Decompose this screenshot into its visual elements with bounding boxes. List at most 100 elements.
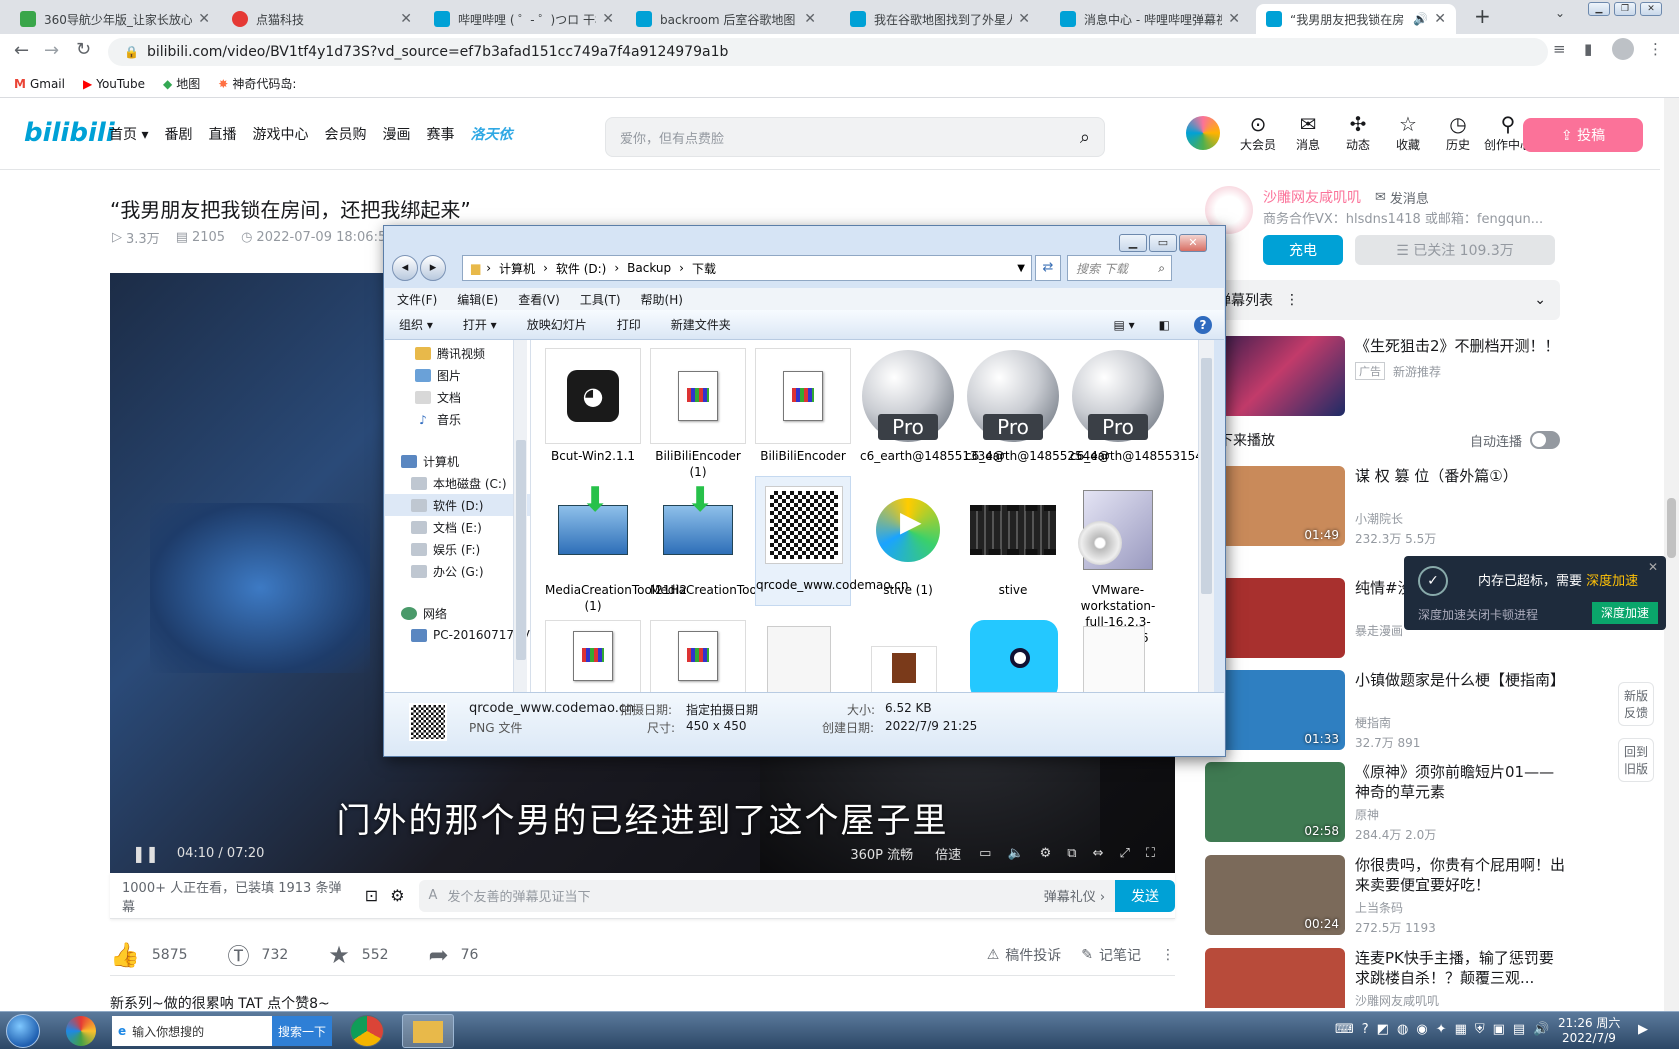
charge-button[interactable]: 充电 [1263, 235, 1343, 265]
settings-icon[interactable]: ⚙ [1040, 846, 1052, 861]
forward-icon[interactable]: → [44, 40, 59, 61]
tab-messages[interactable]: 消息中心 - 哔哩哔哩弹幕视 ✕ [1050, 4, 1250, 34]
side-panel-icon[interactable]: ▮ [1584, 40, 1592, 58]
warning-icon[interactable]: ⚠ [987, 947, 1000, 963]
dropdown-arrow-icon[interactable]: ▼ [1017, 263, 1025, 274]
reload-icon[interactable]: ↻ [76, 39, 91, 60]
bookmark-maps[interactable]: 地图 [176, 75, 200, 92]
page-scrollbar[interactable] [1664, 98, 1679, 1011]
tab-codemao[interactable]: 点猫科技 ✕ [222, 4, 422, 34]
text-file-icon[interactable] [1083, 626, 1145, 692]
upload-button[interactable]: ⇪ 投稿 [1523, 118, 1643, 152]
refresh-icon[interactable]: ⇄ [1035, 255, 1061, 281]
nav-drive-f[interactable]: 娱乐 (F:) [411, 538, 480, 560]
nav-home[interactable]: 首页 ▾ [109, 124, 148, 144]
mail-icon[interactable]: ✉ [1375, 190, 1386, 205]
reading-list-icon[interactable]: ≡ [1553, 40, 1566, 58]
search-input[interactable]: 爱你，但有点费脸 ⌕ [605, 117, 1105, 157]
more-icon[interactable]: ⋮ [1285, 292, 1299, 308]
crumb-drive-d[interactable]: 软件 (D:) [556, 260, 606, 277]
file-item-selected[interactable]: qrcode_www.codemao.cn [755, 476, 909, 606]
nav-drive-c[interactable]: 本地磁盘 (C:) [411, 472, 507, 494]
nav-pc[interactable]: PC-20160717EV [411, 624, 530, 646]
file-item[interactable]: ▶ stive (1) [860, 482, 956, 598]
bookmark-gmail[interactable]: Gmail [30, 77, 65, 91]
nav-scrollbar[interactable] [513, 340, 527, 692]
nav-game[interactable]: 游戏中心 [252, 124, 308, 144]
send-message-link[interactable]: 发消息 [1390, 188, 1429, 207]
dynamic-entry[interactable]: ✣ 动态 [1334, 112, 1382, 153]
files-scrollbar[interactable] [1198, 340, 1214, 692]
file-item[interactable]: BiliBiliEncoder [755, 348, 851, 464]
nav-luotianyi[interactable]: 洛天依 [470, 124, 512, 144]
print-button[interactable]: 打印 [617, 316, 641, 333]
user-avatar[interactable] [1186, 116, 1220, 150]
danmaku-settings-icon[interactable]: ⚙ [390, 886, 404, 905]
more-icon[interactable]: ⋮ [1161, 947, 1175, 963]
menu-view[interactable]: 查看(V) [518, 291, 560, 308]
messages-entry[interactable]: ✉ 消息 [1284, 112, 1332, 153]
nav-music[interactable]: ♪ 音乐 [415, 408, 461, 430]
nav-manga[interactable]: 漫画 [382, 124, 410, 144]
crumb-downloads[interactable]: 下载 [692, 260, 716, 277]
menu-file[interactable]: 文件(F) [397, 291, 437, 308]
follow-button[interactable]: ☰ 已关注 109.3万 [1355, 235, 1555, 265]
share-icon[interactable]: ➦ [429, 941, 449, 969]
back-icon[interactable]: ← [14, 40, 29, 61]
clock-date[interactable]: 2022/7/9 [1562, 1031, 1616, 1045]
app-icon[interactable] [970, 620, 1058, 692]
webfullscreen-icon[interactable]: ⤢ [1119, 846, 1129, 861]
menu-kebab-icon[interactable]: ⋮ [1648, 40, 1663, 58]
bookmark-codeisland[interactable]: 神奇代码岛: [232, 75, 296, 92]
detail-date-value[interactable]: 指定拍摄日期 [686, 701, 758, 718]
volume-icon[interactable]: 🔊 [1533, 1022, 1549, 1037]
bookmark-youtube[interactable]: YouTube [96, 77, 145, 91]
fullscreen-icon[interactable]: ⛶ [1146, 846, 1155, 861]
slideshow-button[interactable]: 放映幻灯片 [527, 316, 587, 333]
up-name[interactable]: 沙雕网友咸叽叽 [1263, 187, 1361, 207]
nav-network[interactable]: 网络 [401, 602, 447, 624]
file-item[interactable]: BiliBiliEncoder (1) [650, 348, 746, 480]
rec-card-1[interactable]: 01:49 谋 权 篡 位（番外篇①） 小潮院长 232.3万 5.5万 [1205, 466, 1575, 548]
note-icon[interactable]: ✎ [1081, 947, 1093, 963]
danmaku-list-header[interactable]: 弹幕列表 ⋮ ⌄ [1205, 280, 1560, 320]
nav-documents[interactable]: 文档 [415, 386, 461, 408]
danmaku-input[interactable]: A 发个友善的弹幕见证当下 弹幕礼仪 › [418, 879, 1116, 912]
profile-avatar[interactable] [1612, 38, 1634, 60]
nav-mall[interactable]: 会员购 [324, 124, 366, 144]
menu-edit[interactable]: 编辑(E) [457, 291, 498, 308]
close-tab-icon[interactable]: ✕ [400, 11, 412, 27]
coin-icon[interactable]: Ⓣ [228, 939, 250, 971]
close-icon[interactable]: ✕ [1648, 560, 1658, 574]
bilibili-logo[interactable]: bilibili [24, 118, 115, 148]
file-item[interactable]: stive [965, 482, 1061, 598]
tab-360[interactable]: 360导航少年版_让家长放心 ✕ [10, 4, 220, 34]
close-window-icon[interactable]: ✕ [1179, 234, 1207, 252]
tray-app-icon[interactable]: ▤ [1513, 1022, 1525, 1037]
tray-app-icon[interactable]: ▣ [1493, 1022, 1505, 1037]
nav-tencent-video[interactable]: 腾讯视频 [415, 342, 485, 364]
help-icon[interactable]: ? [1362, 1022, 1369, 1037]
danmaku-toggle-icon[interactable]: ▭ [979, 846, 991, 861]
start-button[interactable] [6, 1014, 40, 1048]
notes-link[interactable]: 记笔记 [1099, 945, 1141, 965]
open-button[interactable]: 打开 ▾ [463, 316, 497, 333]
rec-card-6[interactable]: 连麦PK快手主播，输了惩罚要求跳楼自杀！？颠覆三观... 沙雕网友咸叽叽 [1205, 948, 1575, 1008]
organize-button[interactable]: 组织 ▾ [399, 316, 433, 333]
file-item[interactable]: ⬇ MediaCreationTool21H2 [650, 482, 792, 598]
tray-app-icon[interactable]: ◉ [1416, 1022, 1427, 1037]
lock-icon[interactable]: 🔒 [124, 45, 139, 59]
ad-card[interactable]: 《生死狙击2》不删档开测！！ 广告 新游推荐 [1205, 336, 1575, 418]
crumb-backup[interactable]: Backup [627, 261, 671, 275]
rec-card-5[interactable]: 00:24 你很贵吗，你贵有个屁用啊！出来卖要便宜要好吃！ 上当条码 272.5万 1… [1205, 855, 1575, 937]
forward-icon[interactable]: ▸ [420, 255, 446, 281]
help-icon[interactable]: ? [1194, 315, 1212, 334]
tab-backroom[interactable]: backroom 后室谷歌地图 ✕ [626, 4, 826, 34]
address-bar[interactable]: 🔒 bilibili.com/video/BV1tf4y1d73S?vd_sou… [108, 38, 1548, 66]
new-folder-button[interactable]: 新建文件夹 [671, 316, 731, 333]
close-tab-icon[interactable]: ✕ [1434, 11, 1446, 27]
nav-drive-e[interactable]: 文档 (E:) [411, 516, 482, 538]
like-icon[interactable]: 👍 [110, 941, 140, 969]
search-icon[interactable]: ⌕ [1158, 261, 1165, 276]
search-icon[interactable]: ⌕ [1080, 127, 1090, 148]
